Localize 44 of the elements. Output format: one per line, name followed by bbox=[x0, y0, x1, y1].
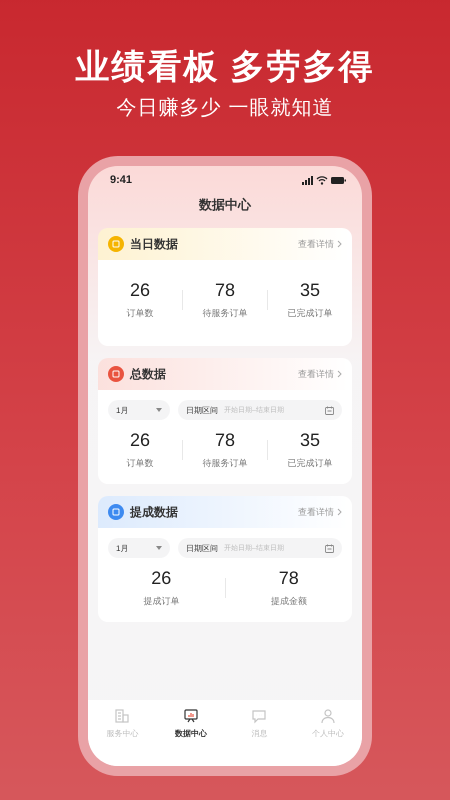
tab-item[interactable]: 服务中心 bbox=[88, 708, 156, 766]
stat-label: 订单数 bbox=[126, 307, 154, 320]
person-icon bbox=[320, 708, 336, 724]
calendar-icon bbox=[325, 544, 334, 552]
page-title: 数据中心 bbox=[199, 196, 251, 214]
stat-value: 35 bbox=[300, 430, 320, 451]
building-icon bbox=[114, 708, 130, 724]
view-details-link[interactable]: 查看详情 bbox=[298, 238, 342, 250]
view-details-link[interactable]: 查看详情 bbox=[298, 506, 342, 518]
month-dropdown[interactable]: 1月 bbox=[108, 538, 170, 558]
chevron-right-icon bbox=[337, 508, 342, 516]
calendar-icon bbox=[325, 406, 334, 414]
stat-label: 提成金额 bbox=[270, 595, 307, 608]
chevron-right-icon bbox=[337, 240, 342, 248]
stat-label: 待服务订单 bbox=[202, 457, 248, 470]
caret-down-icon bbox=[156, 408, 162, 412]
chat-bubble-icon bbox=[251, 708, 268, 724]
stat-value: 26 bbox=[130, 430, 150, 451]
stat-label: 已完成订单 bbox=[288, 457, 332, 470]
stat-value: 78 bbox=[214, 430, 236, 451]
card-title: 当日数据 bbox=[130, 236, 179, 252]
stat-label: 订单数 bbox=[126, 457, 154, 470]
headline: 业绩看板 多劳多得 bbox=[75, 47, 375, 88]
stat-label: 待服务订单 bbox=[202, 307, 248, 320]
view-details-link[interactable]: 查看详情 bbox=[298, 368, 342, 380]
caret-down-icon bbox=[156, 546, 162, 550]
card-title: 提成数据 bbox=[130, 504, 179, 520]
card-title: 总数据 bbox=[130, 366, 167, 382]
subheadline: 今日赚多少 一眼就知道 bbox=[116, 96, 334, 121]
tab-item[interactable]: 数据中心 bbox=[156, 708, 225, 766]
stat-label: 提成订单 bbox=[143, 595, 180, 608]
tab-item[interactable]: 消息 bbox=[225, 708, 294, 766]
stat-value: 26 bbox=[151, 568, 172, 589]
status-time: 9:41 bbox=[110, 174, 132, 186]
stat-value: 78 bbox=[278, 568, 299, 589]
stat-label: 已完成订单 bbox=[288, 307, 332, 320]
chevron-right-icon bbox=[337, 370, 342, 378]
status-icons-drawing bbox=[302, 176, 346, 184]
stat-value: 26 bbox=[130, 280, 150, 301]
stat-value: 35 bbox=[300, 280, 320, 301]
month-dropdown[interactable]: 1月 bbox=[108, 400, 170, 420]
tab-item[interactable]: 个人中心 bbox=[294, 708, 362, 766]
presentation-board-icon bbox=[182, 708, 199, 724]
stat-value: 78 bbox=[214, 280, 236, 301]
